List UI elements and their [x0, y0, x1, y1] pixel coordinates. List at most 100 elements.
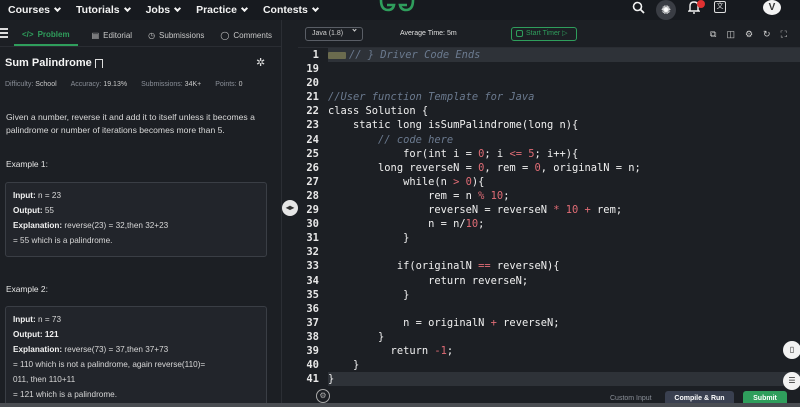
copy-icon[interactable]: ⧉: [710, 29, 716, 40]
line-number: 28: [306, 189, 319, 202]
accuracy-value: 19.13%: [103, 81, 128, 88]
tab-comments[interactable]: ◯ Comments: [212, 24, 280, 46]
timer-icon: [516, 30, 523, 37]
gear-icon[interactable]: ✺: [656, 0, 676, 20]
code-line: for(int i = 0; i <= 5; i++){: [328, 147, 579, 160]
document-icon: ▤: [91, 30, 100, 40]
settings-icon[interactable]: ⚙: [745, 29, 753, 40]
submissions-value: 34K+: [184, 81, 202, 88]
chevron-down-icon: [123, 4, 131, 13]
editor-toolbar: Java (1.8) Average Time: 5m Start Timer …: [298, 20, 800, 48]
chevron-down-icon: [352, 27, 357, 32]
problem-meta: Difficulty: School Accuracy: 19.13% Subm…: [5, 81, 243, 88]
search-icon[interactable]: [632, 1, 645, 14]
line-number: 29: [306, 204, 319, 217]
example-box: Input: n = 73 Output: 121 Explanation: r…: [5, 306, 267, 406]
tab-problem[interactable]: </> Problem: [14, 24, 78, 46]
settings-icon[interactable]: ⚙: [316, 389, 330, 403]
tab-editorial[interactable]: ▤ Editorial: [84, 24, 140, 46]
code-line: // } Driver Code Ends: [328, 48, 800, 63]
avatar[interactable]: V: [763, 0, 781, 15]
line-number: 36: [306, 302, 319, 315]
nav-courses[interactable]: Courses: [8, 4, 62, 16]
page-title: Sum Palindrome: [5, 57, 103, 69]
horizontal-scrollbar[interactable]: [0, 403, 800, 407]
tab-submissions[interactable]: ◷ Submissions: [140, 24, 212, 46]
bookmark-icon[interactable]: [94, 58, 103, 68]
line-number: 24: [306, 133, 319, 146]
difficulty-value: School: [35, 81, 57, 88]
translate-icon[interactable]: 文: [714, 1, 726, 13]
code-line: // code here: [378, 133, 454, 146]
code-line: reverseN = reverseN * 10 + rem;: [328, 204, 623, 217]
gfg-logo-icon[interactable]: [378, 0, 416, 16]
line-number: 32: [306, 246, 319, 259]
fullscreen-icon[interactable]: ⛶: [781, 29, 787, 40]
menu-icon[interactable]: [0, 28, 8, 40]
nav-tutorials[interactable]: Tutorials: [76, 4, 131, 16]
top-nav: Courses Tutorials Jobs Practice Contests…: [0, 0, 800, 20]
line-number: 25: [306, 147, 319, 160]
fold-icon[interactable]: [328, 51, 346, 59]
code-editor[interactable]: 1 19 20 21 22 23 24 25 26 27 28 29 30 31 32 33 34 35 36 37 3…: [298, 48, 800, 389]
bug-report-icon[interactable]: ✲: [256, 56, 265, 69]
line-number: 30: [306, 218, 319, 231]
points-value: 0: [238, 81, 243, 88]
line-number: 27: [306, 175, 319, 188]
line-number: 38: [306, 330, 319, 343]
help-icon[interactable]: ☰: [783, 372, 800, 390]
line-number: 39: [306, 344, 319, 357]
line-number: 41: [306, 373, 319, 386]
split-icon[interactable]: ◫: [726, 29, 735, 40]
nav-practice[interactable]: Practice: [196, 4, 249, 16]
code-line: if(originalN == reverseN){: [328, 260, 560, 273]
line-number: 21: [306, 91, 319, 104]
editor-tools: ⧉ ◫ ⚙ ↻ ⛶: [710, 29, 787, 40]
chevron-down-icon: [240, 4, 249, 13]
code-icon: </>: [22, 29, 34, 39]
reset-icon[interactable]: ↻: [763, 29, 771, 40]
line-number: 20: [306, 77, 319, 90]
resize-handle-icon[interactable]: ◂▸: [282, 200, 298, 216]
example-title: Example 2:: [6, 284, 48, 294]
problem-tabs: </> Problem ▤ Editorial ◷ Submissions ◯ Comm…: [14, 24, 281, 46]
nav-contests[interactable]: Contests: [263, 4, 319, 16]
problem-description: Given a number, reverse it and add it to…: [6, 112, 255, 135]
code-line: }: [328, 232, 410, 245]
chevron-down-icon: [174, 4, 182, 13]
code-line: rem = n % 10;: [328, 189, 510, 202]
average-time: Average Time: 5m: [400, 30, 457, 37]
clock-icon: ◷: [148, 30, 156, 40]
code-line: class Solution {: [328, 105, 429, 118]
line-number: 35: [306, 288, 319, 301]
start-timer-button[interactable]: Start Timer ▷: [511, 27, 577, 41]
code-line: }: [328, 288, 410, 301]
code-line: return reverseN;: [328, 274, 529, 287]
code-lines: // } Driver Code Ends //User function Te…: [328, 48, 800, 387]
line-number: 33: [306, 260, 319, 273]
code-line: n = n/10;: [328, 218, 485, 231]
example-box: Input: n = 23 Output: 55 Explanation: re…: [5, 182, 267, 257]
book-icon[interactable]: ▯: [783, 341, 800, 359]
notification-badge: [697, 0, 705, 8]
code-line: return -1;: [328, 344, 454, 357]
divider: [0, 46, 281, 47]
code-line: while(n > 0){: [328, 175, 485, 188]
language-select[interactable]: Java (1.8): [305, 27, 363, 41]
line-number: 23: [306, 119, 319, 132]
line-number: 37: [306, 316, 319, 329]
nav-jobs[interactable]: Jobs: [146, 4, 182, 16]
code-line: }: [328, 359, 360, 372]
chevron-down-icon: [311, 4, 319, 13]
custom-input-toggle[interactable]: Custom Input: [610, 395, 652, 402]
code-line: static long isSumPalindrome(long n){: [328, 119, 579, 132]
line-number: 31: [306, 232, 319, 245]
line-number: 34: [306, 274, 319, 287]
chevron-down-icon: [53, 4, 62, 13]
code-line: }: [328, 330, 385, 343]
line-numbers: 1 19 20 21 22 23 24 25 26 27 28 29 30 31 32 33 34 35 36 37 3…: [298, 48, 323, 386]
line-number: 1: [312, 49, 319, 61]
